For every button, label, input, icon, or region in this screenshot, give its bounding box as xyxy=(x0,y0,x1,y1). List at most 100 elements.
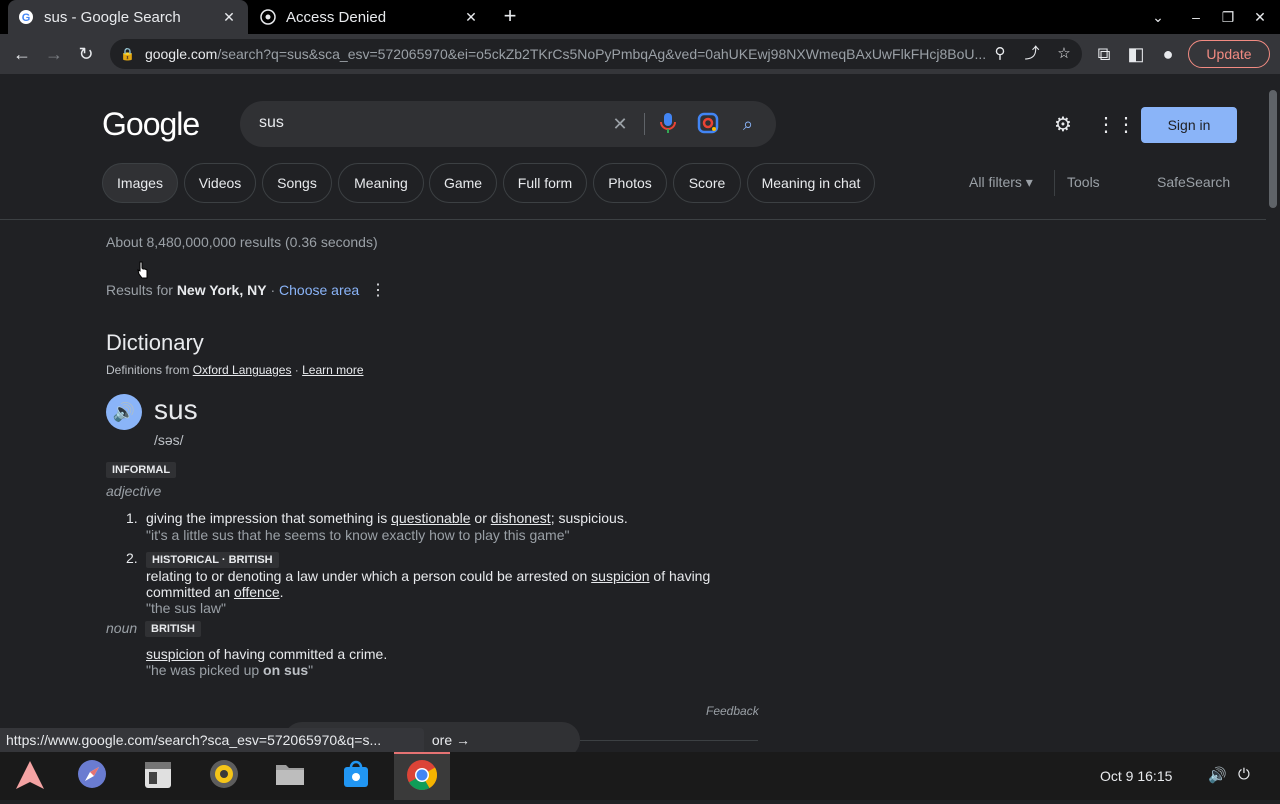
url-text[interactable]: google.com/search?q=sus&sca_esv=57206597… xyxy=(145,46,985,62)
extensions-puzzle-icon[interactable]: ⧉ xyxy=(1092,42,1116,66)
tab-access-denied[interactable]: Access Denied ✕ xyxy=(250,0,490,34)
lock-icon[interactable]: 🔒 xyxy=(120,47,135,61)
more-options-icon[interactable]: ⋮ xyxy=(370,280,386,300)
chip-photos[interactable]: Photos xyxy=(593,163,667,203)
restore-button[interactable]: ❐ xyxy=(1212,0,1244,34)
share-icon[interactable]: ⤴ xyxy=(1020,42,1044,66)
location-pin-icon[interactable]: ⚲ xyxy=(988,42,1012,66)
store-icon[interactable] xyxy=(338,758,374,794)
definition-2-line-2: committed an offence. xyxy=(146,584,284,600)
definition-2-example: "the sus law" xyxy=(146,600,226,616)
oxford-languages-link[interactable]: Oxford Languages xyxy=(193,363,292,377)
close-tab-icon[interactable]: ✕ xyxy=(220,9,238,26)
address-bar[interactable]: 🔒 google.com/search?q=sus&sca_esv=572065… xyxy=(110,39,1082,69)
lens-camera-icon[interactable] xyxy=(696,112,720,136)
dictionary-heading: Dictionary xyxy=(106,330,204,355)
browser-tab-strip: G sus - Google Search ✕ Access Denied ✕ … xyxy=(0,0,1280,34)
definition-1-example: "it's a little sus that he seems to know… xyxy=(146,527,570,543)
definition-1: giving the impression that something is … xyxy=(146,510,628,526)
calendar-icon[interactable] xyxy=(140,758,176,794)
definition-number: 2. xyxy=(126,550,138,566)
questionable-link[interactable]: questionable xyxy=(391,510,470,526)
disk-icon[interactable] xyxy=(206,758,242,794)
taskbar-clock[interactable]: Oct 9 16:15 xyxy=(1100,768,1172,784)
chip-game[interactable]: Game xyxy=(429,163,497,203)
offence-link[interactable]: offence xyxy=(234,584,280,600)
feedback-link[interactable]: Feedback xyxy=(706,704,759,718)
settings-gear-icon[interactable]: ⚙ xyxy=(1050,112,1076,138)
tab-google-search[interactable]: G sus - Google Search ✕ xyxy=(8,0,248,34)
compass-browser-icon[interactable] xyxy=(74,758,110,794)
forward-button[interactable]: → xyxy=(42,42,66,66)
close-window-button[interactable]: ✕ xyxy=(1244,0,1276,34)
back-button[interactable]: ← xyxy=(10,42,34,66)
dictionary-word: sus xyxy=(154,394,198,425)
reload-button[interactable]: ↻ xyxy=(74,42,98,66)
search-divider xyxy=(644,113,645,135)
choose-area-link[interactable]: Choose area xyxy=(279,282,359,298)
header-divider xyxy=(0,219,1266,220)
register-tag: INFORMAL xyxy=(106,462,177,478)
pronunciation-speaker-icon[interactable]: 🔊 xyxy=(106,394,142,430)
page-scrollbar[interactable] xyxy=(1266,74,1280,752)
safesearch-button[interactable]: SafeSearch xyxy=(1157,174,1230,190)
profile-avatar-icon[interactable]: ● xyxy=(1156,42,1180,66)
sign-in-button[interactable]: Sign in xyxy=(1141,107,1237,143)
volume-icon[interactable]: 🔊 xyxy=(1208,766,1227,784)
definition-number: 1. xyxy=(126,510,138,526)
learn-more-link[interactable]: Learn more xyxy=(302,363,363,377)
power-icon[interactable]: ⏻ xyxy=(1238,766,1250,783)
tools-button[interactable]: Tools xyxy=(1067,174,1100,190)
part-of-speech-noun: noun xyxy=(106,620,138,636)
suspicion-noun-link[interactable]: suspicion xyxy=(146,646,204,662)
definition-2-line-1: relating to or denoting a law under whic… xyxy=(146,568,711,584)
arrow-right-icon: → xyxy=(456,732,470,748)
chip-images[interactable]: Images xyxy=(102,163,178,203)
dishonest-link[interactable]: dishonest xyxy=(491,510,551,526)
new-tab-button[interactable]: + xyxy=(498,4,522,28)
noun-definition: suspicion of having committed a crime. xyxy=(146,646,388,662)
tab-search-icon[interactable]: ⌄ xyxy=(1142,0,1174,34)
result-stats: About 8,480,000,000 results (0.36 second… xyxy=(106,234,378,250)
chip-meaning-in-chat[interactable]: Meaning in chat xyxy=(747,163,875,203)
search-results-page: Google sus ✕ ⌕ ⚙ ⋮⋮ Sign in Images Video… xyxy=(0,74,1266,752)
chip-full-form[interactable]: Full form xyxy=(503,163,587,203)
arch-launcher-icon[interactable] xyxy=(12,758,48,794)
side-panel-icon[interactable]: ◧ xyxy=(1124,42,1148,66)
tab-title: sus - Google Search xyxy=(44,8,181,26)
phonetic: /səs/ xyxy=(154,432,184,448)
chip-videos[interactable]: Videos xyxy=(184,163,256,203)
close-tab-icon[interactable]: ✕ xyxy=(462,9,480,26)
apps-grid-icon[interactable]: ⋮⋮ xyxy=(1096,112,1136,138)
search-input[interactable]: sus xyxy=(259,114,284,132)
noun-example: "he was picked up on sus" xyxy=(146,662,314,678)
google-logo[interactable]: Google xyxy=(102,106,200,143)
british-tag: BRITISH xyxy=(145,621,201,637)
clear-search-icon[interactable]: ✕ xyxy=(608,112,632,136)
minimize-button[interactable]: – xyxy=(1180,0,1212,34)
all-filters-dropdown[interactable]: All filters ▾ xyxy=(969,174,1033,191)
caret-down-icon: ▾ xyxy=(1025,174,1033,190)
os-taskbar: Oct 9 16:15 🔊 ⏻ xyxy=(0,752,1280,800)
chip-meaning[interactable]: Meaning xyxy=(338,163,424,203)
historical-british-tag: HISTORICAL · BRITISH xyxy=(146,552,279,568)
chip-score[interactable]: Score xyxy=(673,163,741,203)
hand-cursor-icon xyxy=(137,261,148,279)
scrollbar-thumb[interactable] xyxy=(1269,90,1277,208)
files-icon[interactable] xyxy=(272,758,308,794)
svg-text:G: G xyxy=(22,12,31,24)
part-of-speech-adjective: adjective xyxy=(106,483,162,499)
update-button[interactable]: Update xyxy=(1188,40,1270,68)
chrome-icon[interactable] xyxy=(404,758,440,794)
microphone-icon[interactable] xyxy=(656,112,680,136)
status-bar-url: https://www.google.com/search?sca_esv=57… xyxy=(0,728,424,752)
more-divider xyxy=(580,740,758,741)
location-name: New York, NY xyxy=(176,282,267,298)
dictionary-source: Definitions from Oxford Languages · Lear… xyxy=(106,363,364,377)
search-icon[interactable]: ⌕ xyxy=(736,112,760,136)
generic-site-icon xyxy=(260,9,276,25)
bookmark-star-icon[interactable]: ☆ xyxy=(1052,42,1076,66)
search-box[interactable]: sus ✕ ⌕ xyxy=(240,101,776,147)
suspicion-link[interactable]: suspicion xyxy=(591,568,649,584)
chip-songs[interactable]: Songs xyxy=(262,163,332,203)
